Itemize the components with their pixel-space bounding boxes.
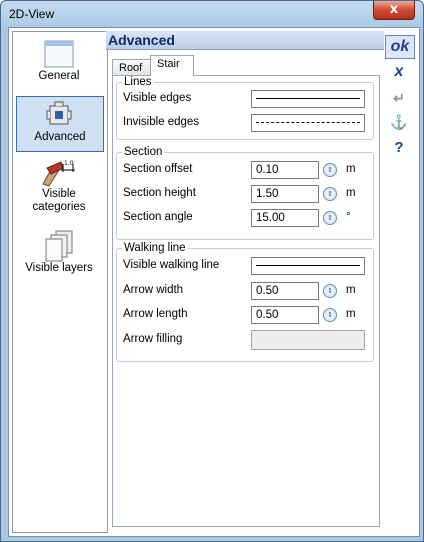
advanced-icon: [46, 101, 72, 125]
section-angle-label: Section angle: [123, 211, 193, 223]
section-angle-spinner[interactable]: ⇕: [323, 211, 337, 225]
sidebar-item-visible-categories[interactable]: 1.0 Visible categories: [16, 156, 102, 220]
walking-line-picker[interactable]: [251, 257, 365, 275]
apply-button[interactable]: ↵: [385, 87, 413, 109]
sidebar-item-label: General: [38, 70, 80, 82]
section-offset-input[interactable]: 0.10: [251, 161, 319, 179]
dialog-window: 2D-View x General Advanced 1.0 Visible c…: [0, 0, 424, 542]
panel-title: Advanced: [106, 31, 384, 50]
section-height-spinner[interactable]: ⇕: [323, 187, 337, 201]
category-sidebar: General Advanced 1.0 Visible categories: [12, 31, 108, 533]
cancel-button[interactable]: x: [385, 61, 413, 83]
window-icon: [44, 40, 74, 68]
invisible-edges-line-picker[interactable]: [251, 114, 365, 132]
dialog-content: General Advanced 1.0 Visible categories: [8, 27, 420, 537]
help-button[interactable]: ?: [385, 137, 413, 159]
unit-label: m: [346, 308, 356, 320]
unit-label: m: [346, 163, 356, 175]
tab-stair[interactable]: Stair: [150, 55, 194, 76]
sidebar-item-label: Visible layers: [25, 262, 93, 274]
arrow-width-input[interactable]: 0.50: [251, 282, 319, 300]
section-offset-label: Section offset: [123, 163, 193, 175]
visible-walking-line-label: Visible walking line: [123, 259, 220, 271]
sidebar-item-visible-layers[interactable]: Visible layers: [16, 228, 102, 284]
layers-icon: [45, 230, 73, 262]
arrow-width-spinner[interactable]: ⇕: [323, 284, 337, 298]
section-angle-input[interactable]: 15.00: [251, 209, 319, 227]
settings-panel: Advanced Roof Stair Lines Visible edges …: [106, 31, 384, 531]
arrow-filling-picker: [251, 330, 365, 350]
arrow-length-spinner[interactable]: ⇕: [323, 308, 337, 322]
window-title: 2D-View: [9, 7, 55, 21]
group-title: Lines: [122, 76, 154, 88]
sidebar-item-label: Visible categories: [32, 188, 86, 213]
group-title: Section: [122, 146, 165, 158]
arrow-filling-label: Arrow filling: [123, 333, 183, 345]
tab-content: Lines Visible edges Invisible edges Sect…: [112, 75, 380, 527]
sidebar-item-general[interactable]: General: [16, 38, 102, 92]
visible-edges-label: Visible edges: [123, 92, 192, 104]
svg-text:1.0: 1.0: [64, 160, 74, 167]
section-group: Section Section offset 0.10 ⇕ m Section …: [116, 146, 374, 240]
unit-label: °: [346, 211, 351, 223]
tab-roof[interactable]: Roof: [112, 59, 152, 76]
visible-edges-line-picker[interactable]: [251, 90, 365, 108]
arrow-length-label: Arrow length: [123, 308, 188, 320]
section-height-label: Section height: [123, 187, 196, 199]
categories-icon: 1.0: [42, 160, 75, 187]
unit-label: m: [346, 284, 356, 296]
lines-group: Lines Visible edges Invisible edges: [116, 76, 374, 140]
invisible-edges-label: Invisible edges: [123, 116, 200, 128]
group-title: Walking line: [122, 242, 188, 254]
close-button[interactable]: x: [373, 1, 415, 20]
section-offset-spinner[interactable]: ⇕: [323, 163, 337, 177]
title-bar[interactable]: 2D-View x: [1, 1, 423, 27]
sidebar-item-advanced[interactable]: Advanced: [16, 96, 104, 152]
arrow-length-input[interactable]: 0.50: [251, 306, 319, 324]
ok-button[interactable]: ok: [385, 35, 415, 59]
walking-line-group: Walking line Visible walking line Arrow …: [116, 242, 374, 362]
unit-label: m: [346, 187, 356, 199]
anchor-icon[interactable]: ⚓: [385, 111, 413, 133]
action-toolbar: ok x ↵ ⚓ ?: [383, 31, 415, 531]
sidebar-item-label: Advanced: [34, 131, 86, 143]
arrow-width-label: Arrow width: [123, 284, 184, 296]
section-height-input[interactable]: 1.50: [251, 185, 319, 203]
